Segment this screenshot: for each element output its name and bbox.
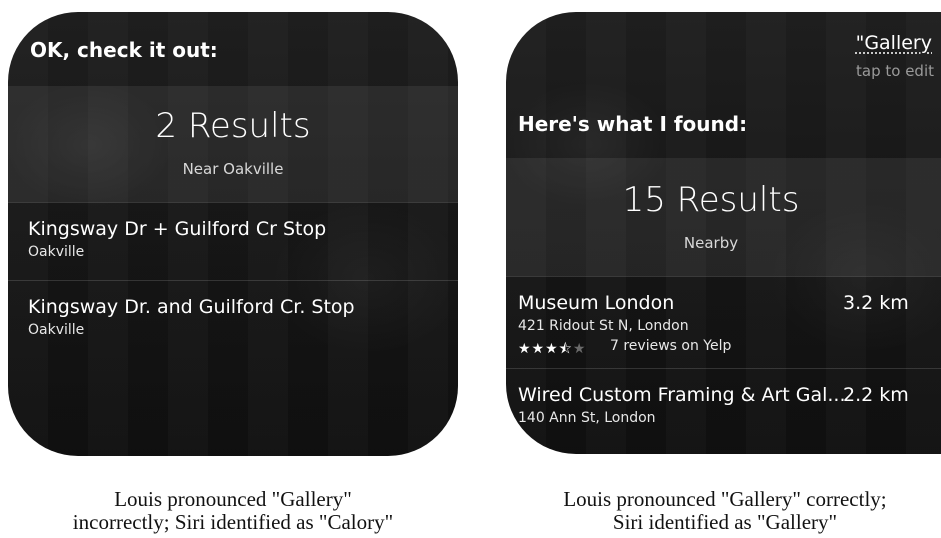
divider xyxy=(506,276,941,277)
result-address: 140 Ann St, London xyxy=(518,410,656,426)
caption-incorrect: Louis pronounced "Gallery" incorrectly; … xyxy=(18,488,448,534)
result-location: Oakville xyxy=(28,244,85,260)
results-count: 15 Results xyxy=(622,180,800,220)
siri-response-heading: OK, check it out: xyxy=(30,38,218,62)
results-header: 2 Results Near Oakville xyxy=(8,86,458,202)
caption-line: Siri identified as "Gallery" xyxy=(612,510,838,534)
siri-panel-incorrect: OK, check it out: 2 Results Near Oakvill… xyxy=(8,12,458,456)
recognized-query[interactable]: "Gallery xyxy=(856,32,932,54)
result-distance: 2.2 km xyxy=(843,384,909,406)
result-name: Kingsway Dr. and Guilford Cr. Stop xyxy=(28,296,355,318)
caption-line: Louis pronounced "Gallery" xyxy=(114,487,352,511)
results-header: 15 Results Nearby xyxy=(506,158,941,276)
divider xyxy=(8,202,458,203)
star-icon: ★★★ xyxy=(518,341,559,357)
half-star-icon: ⯪ xyxy=(558,341,573,357)
tap-to-edit-hint[interactable]: tap to edit xyxy=(856,62,934,80)
result-name: Museum London xyxy=(518,292,675,314)
result-address: 421 Ridout St N, London xyxy=(518,318,689,334)
result-name: Wired Custom Framing & Art Gal... xyxy=(518,384,846,406)
results-location: Nearby xyxy=(683,234,739,252)
result-location: Oakville xyxy=(28,322,85,338)
rating-stars: ★★★⯪★ xyxy=(518,338,586,362)
result-name: Kingsway Dr + Guilford Cr Stop xyxy=(28,218,327,240)
siri-panel-correct: "Gallery tap to edit Here's what I found… xyxy=(506,12,941,454)
results-count: 2 Results xyxy=(155,106,311,146)
caption-correct: Louis pronounced "Gallery" correctly; Si… xyxy=(510,488,940,534)
caption-line: incorrectly; Siri identified as "Calory" xyxy=(72,510,394,534)
results-location: Near Oakville xyxy=(182,160,284,178)
caption-line: Louis pronounced "Gallery" correctly; xyxy=(563,487,887,511)
divider xyxy=(506,368,941,369)
star-empty-icon: ★ xyxy=(572,341,587,357)
result-distance: 3.2 km xyxy=(843,292,909,314)
review-count[interactable]: 7 reviews on Yelp xyxy=(610,338,731,354)
siri-response-heading: Here's what I found: xyxy=(518,112,748,136)
divider xyxy=(8,280,458,281)
